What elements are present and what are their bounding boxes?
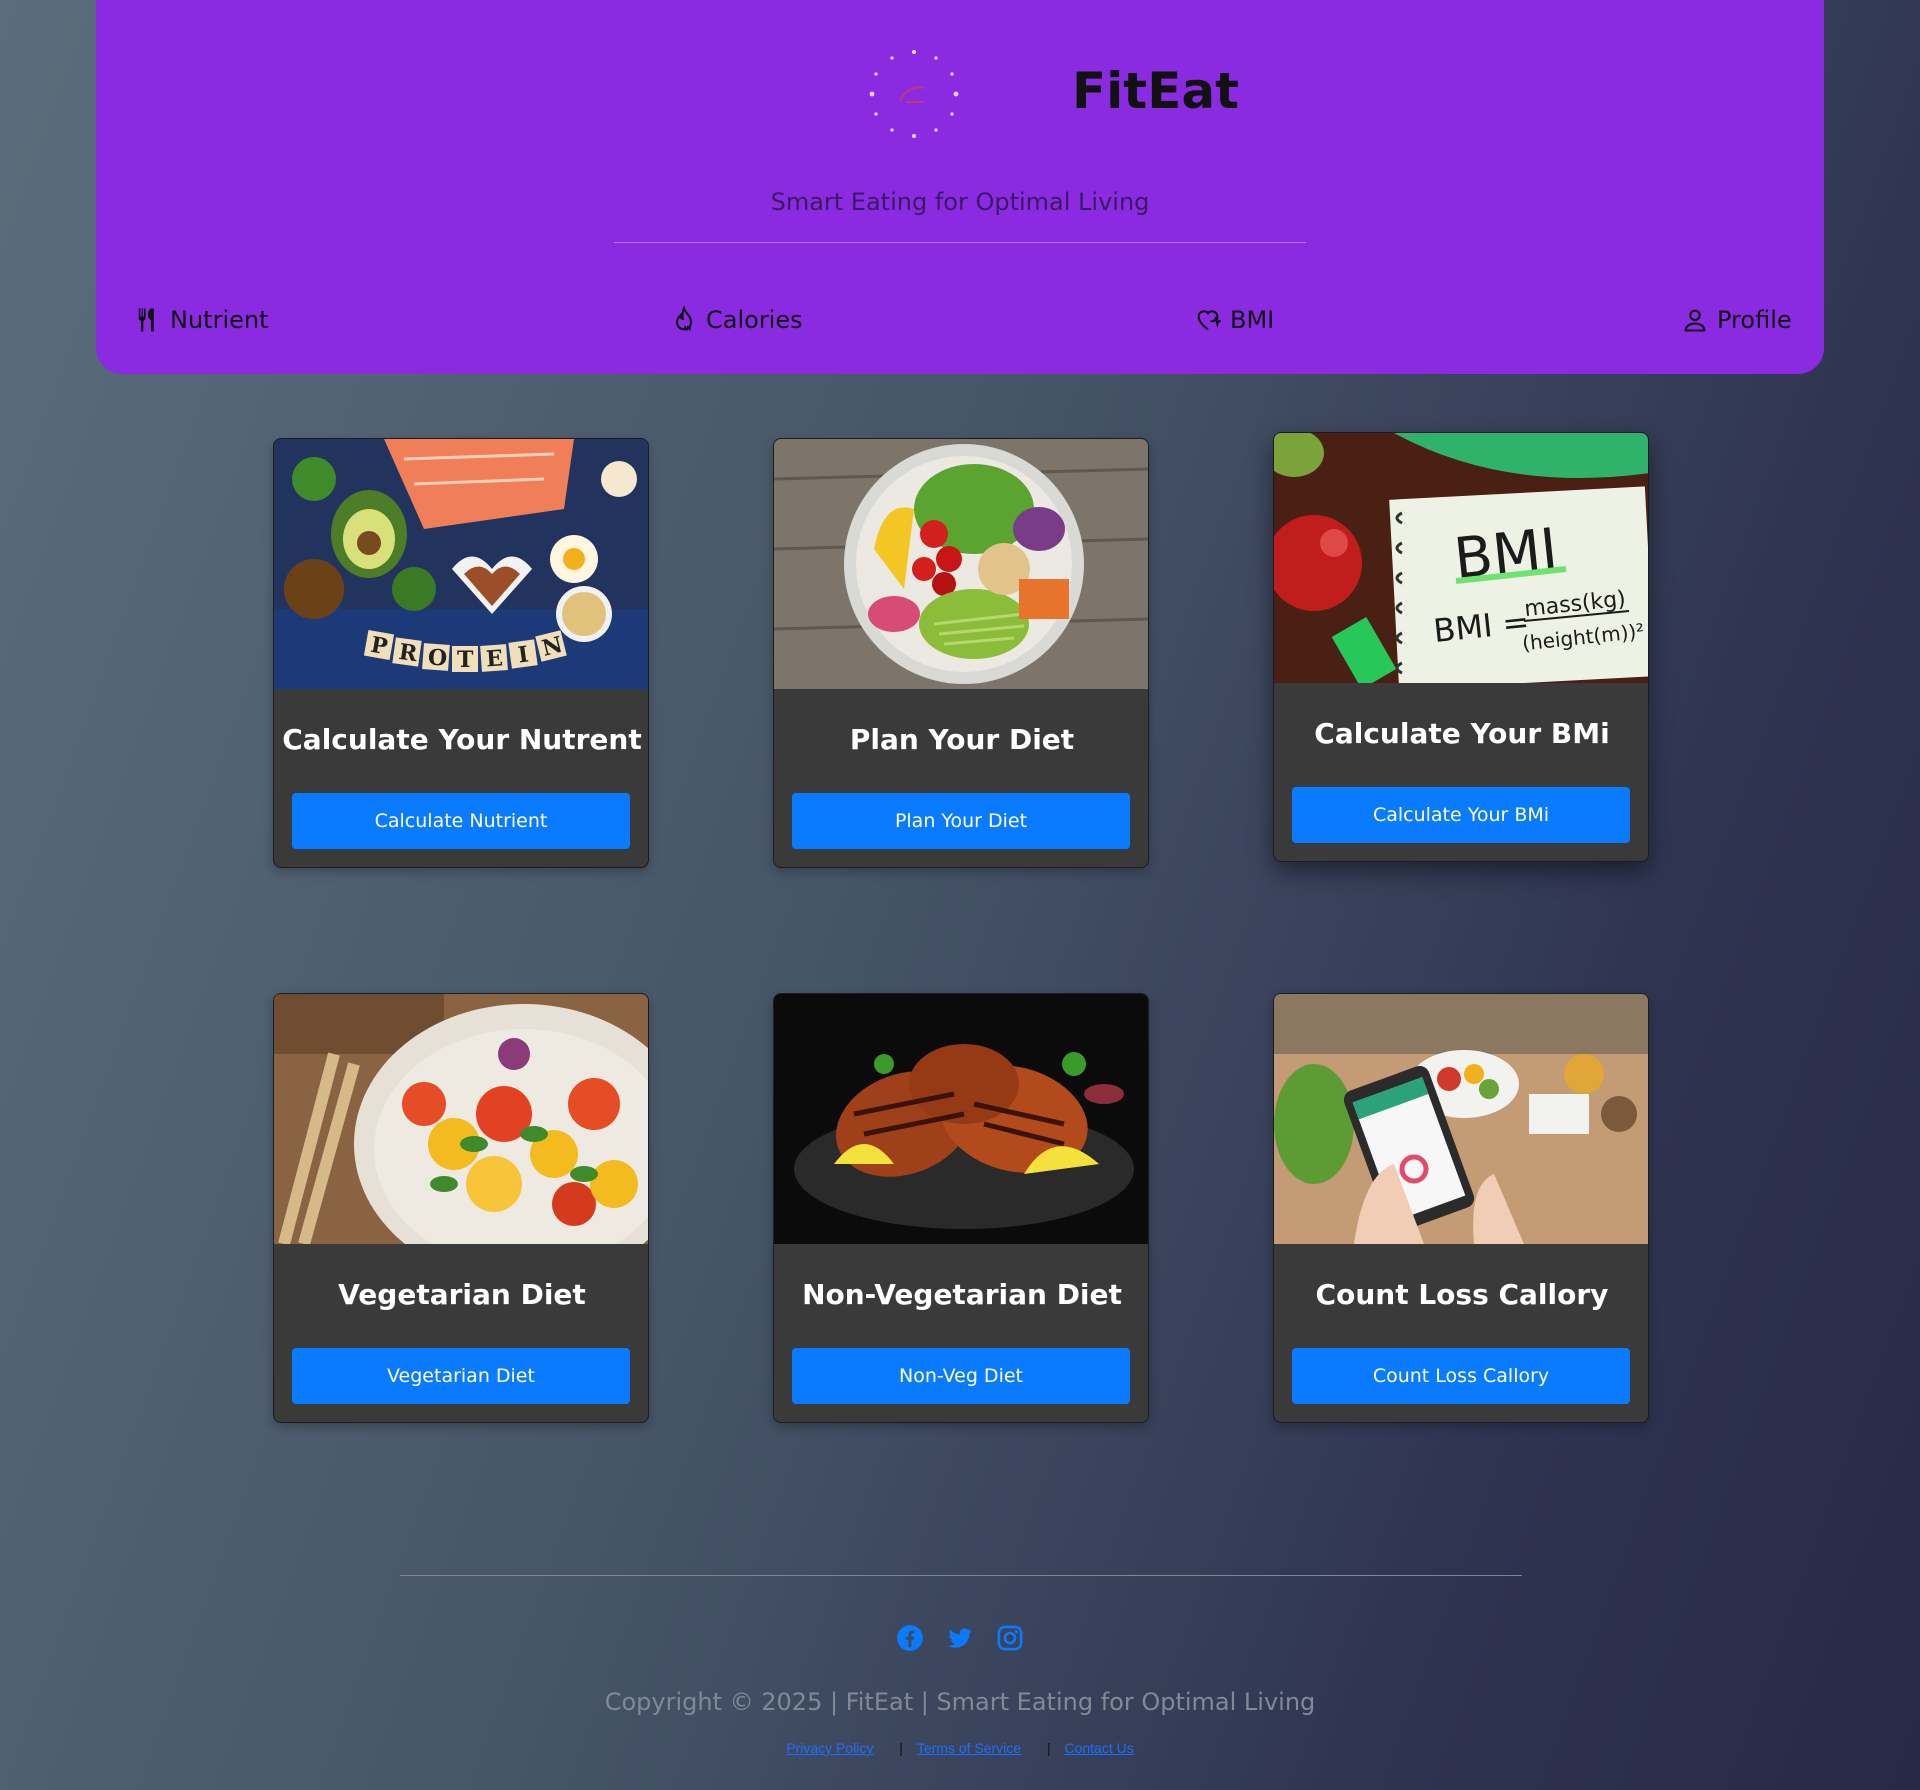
site-header: FitEat Smart Eating for Optimal Living N… <box>96 0 1824 374</box>
terms-of-service-link[interactable]: Terms of Service <box>917 1740 1021 1756</box>
calculate-nutrient-button[interactable]: Calculate Nutrient <box>292 793 630 849</box>
nav-label: Profile <box>1717 306 1792 334</box>
phone-calorie-app-image <box>1274 994 1648 1244</box>
spinning-logo-icon <box>869 50 959 138</box>
twitter-icon[interactable] <box>946 1624 974 1652</box>
grilled-chicken-image <box>774 994 1148 1244</box>
header-divider <box>614 242 1306 243</box>
tomato-salad-image <box>274 994 648 1244</box>
svg-text:E: E <box>485 645 504 672</box>
vegetarian-diet-button[interactable]: Vegetarian Diet <box>292 1348 630 1404</box>
card-title: Plan Your Diet <box>849 723 1075 756</box>
privacy-policy-link[interactable]: Privacy Policy <box>786 1740 873 1756</box>
card-plan-diet: Plan Your Diet Plan Your Diet <box>773 438 1149 868</box>
link-separator: | <box>1046 1740 1051 1756</box>
copyright-text: Copyright © 2025 | FitEat | Smart Eating… <box>604 1688 1316 1716</box>
nav-label: Nutrient <box>170 306 269 334</box>
instagram-icon[interactable] <box>996 1624 1024 1652</box>
card-title: Count Loss Callory <box>1315 1278 1609 1311</box>
svg-text:T: T <box>457 647 474 673</box>
facebook-icon[interactable] <box>896 1624 924 1652</box>
footer-links: Privacy Policy | Terms of Service | Cont… <box>0 1740 1920 1756</box>
card-vegetarian: Vegetarian Diet Vegetarian Diet <box>273 993 649 1423</box>
nav-bmi[interactable]: BMI <box>1194 298 1274 342</box>
card-title: Calculate Your Nutrent <box>282 723 642 756</box>
nav-label: Calories <box>706 306 803 334</box>
footer-divider <box>400 1575 1522 1576</box>
card-nutrient: P R O T E I N Calculate Your Nutrent Cal… <box>273 438 649 868</box>
link-separator: | <box>899 1740 903 1756</box>
non-veg-diet-button[interactable]: Non-Veg Diet <box>792 1348 1130 1404</box>
heart-pulse-icon <box>1197 310 1221 331</box>
brand-title[interactable]: FitEat <box>1072 62 1239 120</box>
salad-bowl-image <box>774 439 1148 689</box>
contact-us-link[interactable]: Contact Us <box>1064 1740 1133 1756</box>
fork-knife-icon <box>138 308 154 332</box>
calculate-bmi-button[interactable]: Calculate Your BMi <box>1292 787 1630 843</box>
count-loss-callory-button[interactable]: Count Loss Callory <box>1292 1348 1630 1404</box>
card-title: Vegetarian Diet <box>338 1278 586 1311</box>
protein-foods-image: P R O T E I N <box>274 439 648 689</box>
tagline: Smart Eating for Optimal Living <box>770 188 1150 216</box>
svg-text:O: O <box>427 644 448 671</box>
nav-label: BMI <box>1230 306 1275 334</box>
plan-diet-button[interactable]: Plan Your Diet <box>792 793 1130 849</box>
person-icon <box>1684 309 1706 332</box>
card-title: Non-Vegetarian Diet <box>802 1278 1122 1311</box>
flame-icon <box>675 306 693 331</box>
nav-calories[interactable]: Calories <box>670 298 803 342</box>
bmi-notebook-image: BMI BMI = mass(kg) (height(m))² <box>1274 433 1648 683</box>
card-bmi: BMI BMI = mass(kg) (height(m))² Calculat… <box>1273 432 1649 862</box>
nav-nutrient[interactable]: Nutrient <box>134 298 269 342</box>
card-title: Calculate Your BMi <box>1314 717 1610 750</box>
card-count-calories: Count Loss Callory Count Loss Callory <box>1273 993 1649 1423</box>
nav-profile[interactable]: Profile <box>1681 298 1792 342</box>
card-non-vegetarian: Non-Vegetarian Diet Non-Veg Diet <box>773 993 1149 1423</box>
